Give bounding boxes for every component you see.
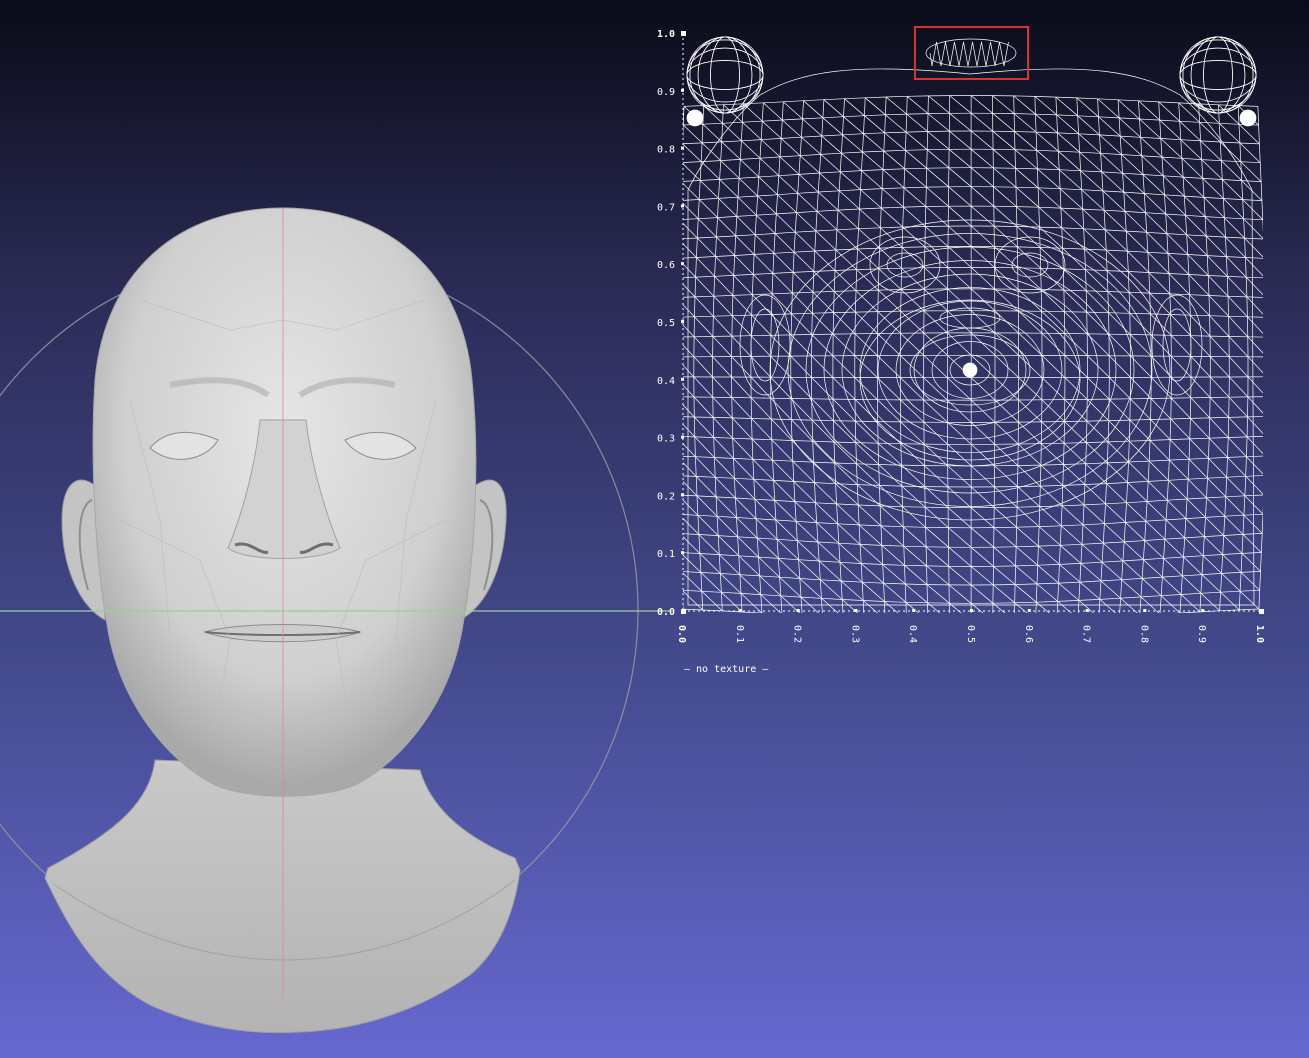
x-tick-label: 0.1	[734, 625, 745, 643]
y-tick-label: 0.2	[657, 491, 675, 502]
y-tick-mark	[681, 435, 684, 439]
x-tick-mark	[1143, 609, 1147, 612]
y-tick-mark	[681, 204, 684, 208]
y-tick-label: 0.6	[657, 260, 675, 271]
y-tick-label: 0.3	[657, 434, 675, 445]
selection-highlight[interactable]	[914, 26, 1029, 80]
y-tick-label: 0.5	[657, 318, 675, 329]
x-tick-label: 0.9	[1196, 625, 1207, 643]
x-tick-label: 0.4	[907, 625, 918, 643]
y-tick-label: 0.1	[657, 549, 675, 560]
y-tick-mark	[681, 377, 684, 381]
x-tick-mark	[681, 609, 686, 614]
x-tick-mark	[1027, 609, 1031, 612]
y-tick-label: 0.7	[657, 202, 675, 213]
y-tick-mark	[681, 320, 684, 323]
y-tick-label: 0.9	[657, 87, 675, 98]
x-tick-mark	[1085, 609, 1089, 612]
x-tick-label: 0.2	[792, 625, 803, 643]
y-tick-label: 1.0	[657, 29, 675, 40]
y-tick-label: 0.8	[657, 145, 675, 156]
uv-wireframe	[683, 36, 1263, 613]
y-tick-label: 0.4	[657, 376, 675, 387]
x-tick-label: 0.3	[849, 625, 860, 643]
x-tick-mark	[1259, 609, 1264, 614]
y-tick-mark	[681, 493, 684, 497]
x-tick-label: 0.7	[1081, 625, 1092, 643]
y-tick-mark	[681, 31, 686, 36]
y-tick-mark	[681, 146, 684, 150]
x-tick-label: 1.0	[1254, 625, 1265, 643]
x-tick-label: 0.6	[1023, 625, 1034, 643]
x-tick-mark	[970, 609, 973, 612]
x-tick-label: 0.0	[676, 625, 687, 643]
y-tick-mark	[681, 88, 684, 92]
x-tick-label: 0.5	[965, 625, 976, 643]
y-tick-label: 0.0	[657, 607, 675, 618]
x-tick-label: 0.8	[1138, 625, 1149, 643]
scene-canvas[interactable]: 1.0 0.9 0.8 0.7 0.6 0.5 0.4 0.3 0.2 0.1 0.0 0.0 0.1…	[0, 0, 1309, 1058]
3d-viewport[interactable]: 1.0 0.9 0.8 0.7 0.6 0.5 0.4 0.3 0.2 0.1 0.0 0.0 0.1…	[0, 0, 1309, 1058]
uv-panel[interactable]: 1.0 0.9 0.8 0.7 0.6 0.5 0.4 0.3 0.2 0.1 0.0 0.0 0.1…	[657, 26, 1267, 643]
texture-status-label: — no texture —	[684, 664, 769, 675]
